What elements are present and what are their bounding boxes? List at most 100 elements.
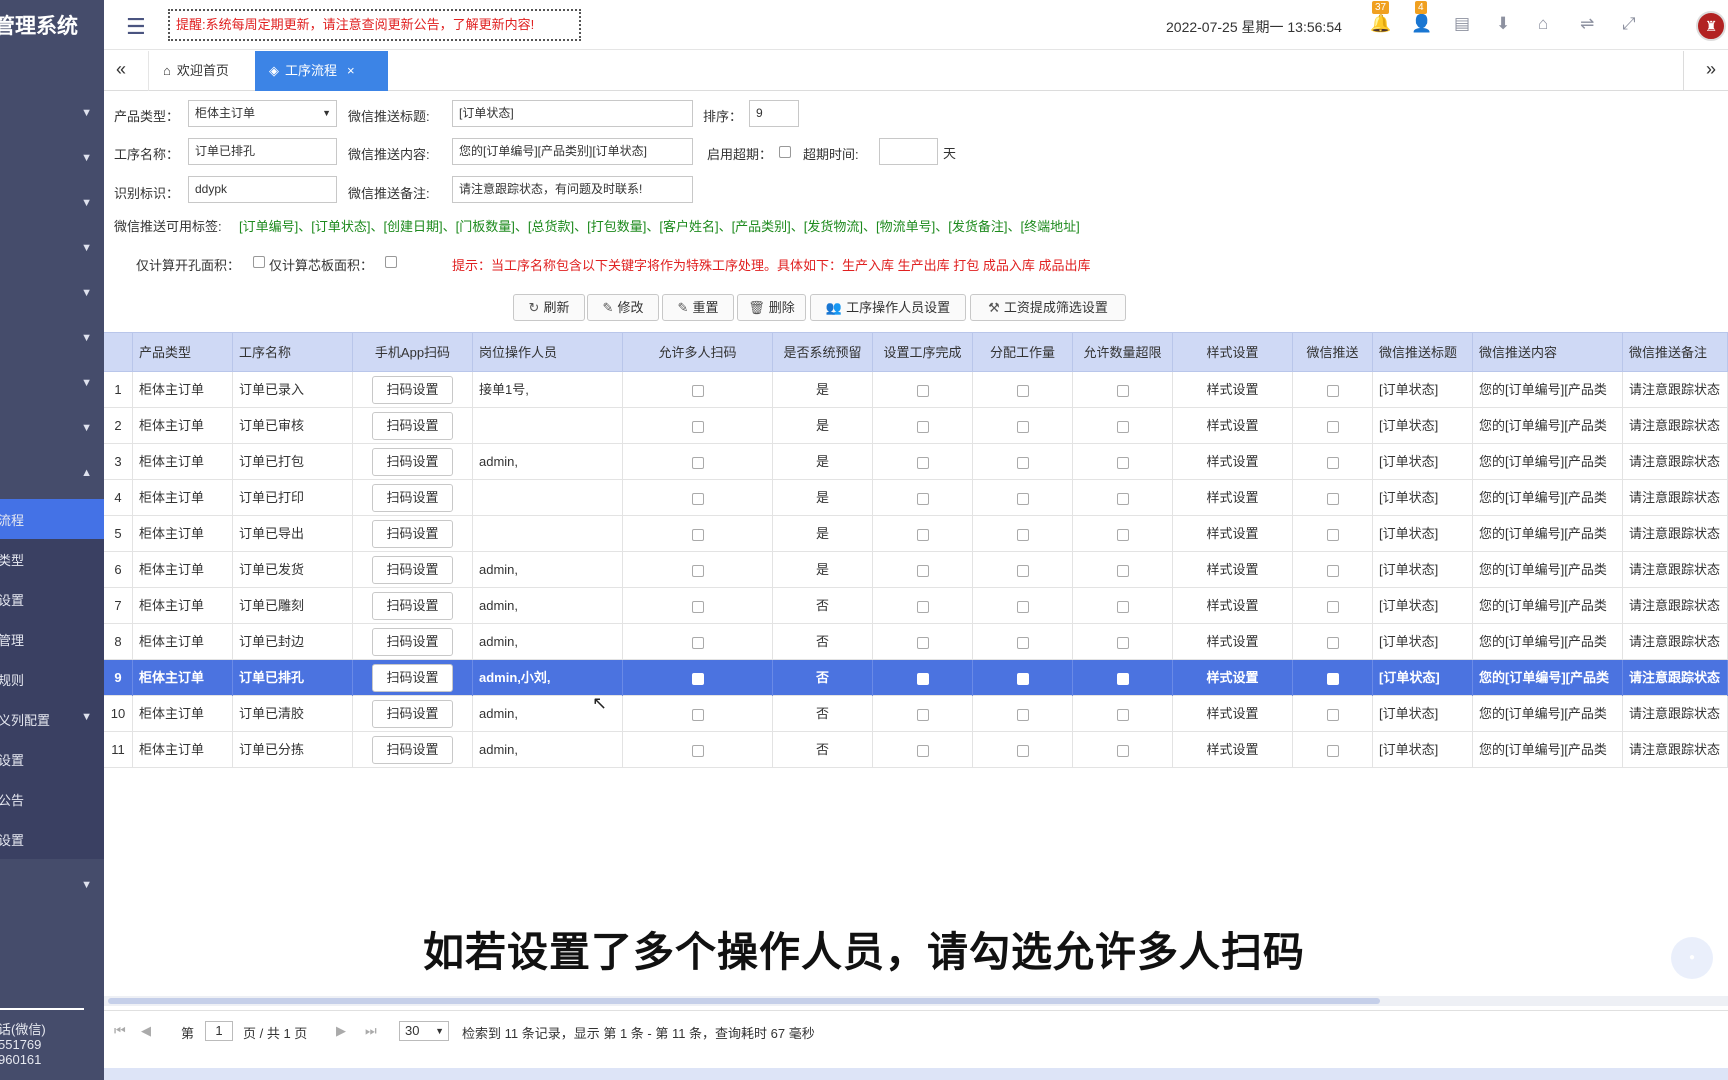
scan-setting-button[interactable]: 扫码设置 — [372, 448, 453, 476]
col-style-cell[interactable]: 样式设置 — [1173, 696, 1293, 732]
sidebar-sub-item[interactable]: 管理 — [0, 619, 104, 659]
row-checkbox[interactable] — [1116, 528, 1129, 541]
row-checkbox[interactable] — [1016, 744, 1029, 757]
col-style-cell[interactable]: 样式设置 — [1173, 552, 1293, 588]
close-icon[interactable]: × — [347, 63, 355, 78]
bank-icon[interactable]: ⌂ — [1538, 14, 1548, 34]
sidebar-sub-item[interactable]: 类型 — [0, 539, 104, 579]
row-checkbox[interactable] — [916, 600, 929, 613]
horizontal-scrollbar[interactable] — [104, 996, 1728, 1006]
table-row[interactable]: 2 柜体主订单 订单已审核 扫码设置 是 样式设置 [订单状态] 您的[订单编号][产品类 请注… — [104, 408, 1728, 444]
row-checkbox[interactable] — [691, 744, 704, 757]
floating-help-button[interactable]: ● — [1671, 937, 1713, 979]
row-checkbox[interactable] — [691, 708, 704, 721]
row-checkbox[interactable] — [1326, 456, 1339, 469]
col-no-header[interactable] — [104, 333, 133, 373]
scan-setting-button[interactable]: 扫码设置 — [372, 376, 453, 404]
row-checkbox[interactable] — [1326, 564, 1339, 577]
process-name-input[interactable]: 订单已排孔 — [188, 138, 337, 165]
row-checkbox[interactable] — [916, 564, 929, 577]
sidebar-menu-5[interactable]: ▼ — [0, 277, 104, 313]
sidebar-sub-item[interactable]: 设置 — [0, 579, 104, 619]
delete-button[interactable]: 🗑 删除 — [737, 294, 806, 321]
refresh-button[interactable]: ↻ 刷新 — [513, 294, 585, 321]
row-checkbox[interactable] — [916, 456, 929, 469]
scan-setting-button[interactable]: 扫码设置 — [372, 484, 453, 512]
row-checkbox[interactable] — [1116, 636, 1129, 649]
scan-setting-button[interactable]: 扫码设置 — [372, 592, 453, 620]
row-checkbox[interactable] — [691, 564, 704, 577]
col-style-cell[interactable]: 样式设置 — [1173, 480, 1293, 516]
row-checkbox[interactable] — [916, 708, 929, 721]
col-wx-title-header[interactable]: 微信推送标题 — [1373, 333, 1473, 373]
wx-note-input[interactable]: 请注意跟踪状态，有问题及时联系! — [452, 176, 693, 203]
calc-core-checkbox[interactable] — [385, 256, 397, 268]
table-row[interactable]: 6 柜体主订单 订单已发货 扫码设置 admin, 是 样式设置 [订单状态] 您的[订单编号]… — [104, 552, 1728, 588]
scan-setting-button[interactable]: 扫码设置 — [372, 520, 453, 548]
row-checkbox[interactable] — [691, 420, 704, 433]
col-product-type-header[interactable]: 产品类型 — [133, 333, 233, 373]
operator-setting-button[interactable]: 👥 工序操作人员设置 — [810, 294, 966, 321]
col-style-cell[interactable]: 样式设置 — [1173, 516, 1293, 552]
scan-setting-button[interactable]: 扫码设置 — [372, 628, 453, 656]
col-wx-note-header[interactable]: 微信推送备注 — [1623, 333, 1728, 373]
col-allow-exceed-header[interactable]: 允许数量超限 — [1073, 333, 1173, 373]
col-wx-push-header[interactable]: 微信推送 — [1293, 333, 1373, 373]
col-style-cell[interactable]: 样式设置 — [1173, 732, 1293, 768]
row-checkbox[interactable] — [691, 600, 704, 613]
row-checkbox[interactable] — [1116, 492, 1129, 505]
sidebar-sub-item-active[interactable]: 流程 — [0, 499, 104, 539]
row-checkbox[interactable] — [1016, 528, 1029, 541]
row-checkbox[interactable] — [1016, 492, 1029, 505]
wx-title-input[interactable]: [订单状态] — [452, 100, 693, 127]
row-checkbox[interactable] — [1016, 420, 1029, 433]
row-checkbox[interactable] — [1116, 564, 1129, 577]
table-row[interactable]: 1 柜体主订单 订单已录入 扫码设置 接单1号, 是 样式设置 [订单状态] 您的[订单编号][… — [104, 372, 1728, 408]
table-row[interactable]: 11 柜体主订单 订单已分拣 扫码设置 admin, 否 样式设置 [订单状态] 您的[订单编号… — [104, 732, 1728, 768]
col-style-cell[interactable]: 样式设置 — [1173, 444, 1293, 480]
col-reserved-header[interactable]: 是否系统预留 — [773, 333, 873, 373]
page-input[interactable]: 1 — [205, 1021, 233, 1041]
table-row[interactable]: 10 柜体主订单 订单已清胶 扫码设置 admin, 否样式设置 [订单状态] 您的[订单编号… — [104, 696, 1728, 732]
scan-setting-button[interactable]: 扫码设置 — [372, 664, 453, 692]
col-set-complete-header[interactable]: 设置工序完成 — [873, 333, 973, 373]
tabs-scroll-left-icon[interactable]: « — [116, 59, 138, 80]
col-style-cell[interactable]: 样式设置 — [1173, 372, 1293, 408]
row-checkbox[interactable] — [916, 744, 929, 757]
row-checkbox[interactable] — [1116, 420, 1129, 433]
row-checkbox[interactable] — [1016, 564, 1029, 577]
row-checkbox[interactable] — [1016, 456, 1029, 469]
sidebar-menu-9[interactable]: ▲ — [0, 457, 104, 493]
scrollbar-thumb[interactable] — [108, 998, 1380, 1004]
table-row[interactable]: 4 柜体主订单 订单已打印 扫码设置 是 样式设置 [订单状态] 您的[订单编号][产品类 请注… — [104, 480, 1728, 516]
sidebar-menu-2[interactable]: ▼ — [0, 142, 104, 178]
sort-input[interactable]: 9 — [749, 100, 799, 127]
row-checkbox[interactable] — [1326, 744, 1339, 757]
scan-setting-button[interactable]: 扫码设置 — [372, 736, 453, 764]
sidebar-menu-10[interactable]: ▼ — [0, 869, 104, 905]
scan-setting-button[interactable]: 扫码设置 — [372, 556, 453, 584]
user-icon[interactable]: 👤 — [1411, 14, 1432, 34]
sidebar-menu-4[interactable]: ▼ — [0, 232, 104, 268]
row-checkbox[interactable] — [916, 672, 929, 685]
row-checkbox[interactable] — [691, 384, 704, 397]
table-row[interactable]: 5 柜体主订单 订单已导出 扫码设置 是 样式设置 [订单状态] 您的[订单编号][产品类 请注… — [104, 516, 1728, 552]
row-checkbox[interactable] — [1326, 420, 1339, 433]
row-checkbox[interactable] — [1116, 456, 1129, 469]
row-checkbox[interactable] — [1116, 744, 1129, 757]
row-checkbox[interactable] — [691, 456, 704, 469]
row-checkbox[interactable] — [916, 528, 929, 541]
sidebar-menu-6[interactable]: ▼ — [0, 322, 104, 358]
overdue-time-input[interactable] — [879, 138, 938, 165]
row-checkbox[interactable] — [1326, 528, 1339, 541]
table-row[interactable]: 8 柜体主订单 订单已封边 扫码设置 admin, 否 样式设置 [订单状态] 您的[订单编号]… — [104, 624, 1728, 660]
row-checkbox[interactable] — [691, 636, 704, 649]
row-checkbox[interactable] — [691, 528, 704, 541]
fullscreen-icon[interactable]: ⤢ — [1622, 14, 1636, 34]
last-page-icon[interactable]: ⏭ — [365, 1023, 377, 1039]
col-wx-content-header[interactable]: 微信推送内容 — [1473, 333, 1623, 373]
row-checkbox[interactable] — [1116, 708, 1129, 721]
scan-setting-button[interactable]: 扫码设置 — [372, 412, 453, 440]
sidebar-menu-1[interactable]: ▼ — [0, 97, 104, 133]
product-type-select[interactable]: 柜体主订单 ▼ — [188, 100, 337, 127]
